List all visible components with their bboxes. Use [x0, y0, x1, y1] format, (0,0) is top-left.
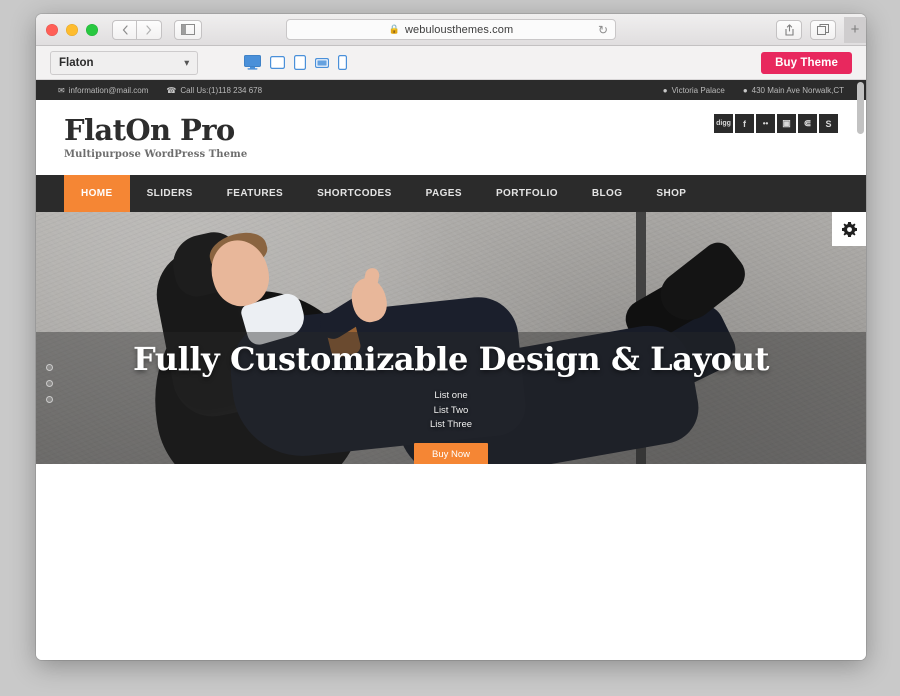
reload-icon[interactable]: ↻	[598, 24, 608, 36]
browser-titlebar: 🔒 webulousthemes.com ↻ +	[36, 14, 866, 46]
hero-feature-list: List one List Two List Three	[36, 389, 866, 433]
nav-item-features[interactable]: FEATURES	[210, 175, 300, 212]
site-header: FlatOn Pro Multipurpose WordPress Theme …	[36, 100, 866, 175]
sidebar-icon	[181, 24, 195, 35]
device-tablet-portrait-icon[interactable]	[294, 55, 306, 70]
logo-tagline: Multipurpose WordPress Theme	[64, 148, 248, 160]
forward-button[interactable]	[137, 19, 162, 40]
location-address[interactable]: ● 430 Main Ave Norwalk,CT	[743, 86, 844, 95]
lock-icon: 🔒	[388, 24, 401, 34]
slider-bullet-3[interactable]	[46, 396, 53, 403]
nav-item-shop[interactable]: SHOP	[639, 175, 703, 212]
back-button[interactable]	[112, 19, 137, 40]
theme-select-value: Flaton	[59, 56, 94, 69]
site-preview-viewport: ✉ information@mail.com ☎ Call Us:(1)118 …	[36, 80, 866, 660]
show-sidebar-button[interactable]	[174, 19, 202, 40]
nav-item-pages[interactable]: PAGES	[409, 175, 479, 212]
new-tab-button[interactable]: +	[844, 16, 866, 43]
titlebar-right-buttons: +	[776, 16, 866, 43]
slider-bullet-2[interactable]	[46, 380, 53, 387]
minimize-window-button[interactable]	[66, 23, 78, 36]
site-top-bar: ✉ information@mail.com ☎ Call Us:(1)118 …	[36, 80, 866, 100]
envelope-icon: ✉	[58, 85, 65, 95]
location-name-text: Victoria Palace	[671, 85, 725, 95]
map-pin-icon: ●	[662, 85, 668, 95]
chevron-down-icon: ▾	[184, 57, 189, 67]
slider-bullet-1[interactable]	[46, 364, 53, 371]
buy-theme-button[interactable]: Buy Theme	[761, 51, 852, 74]
slider-bullet-nav	[46, 364, 53, 403]
url-text: webulousthemes.com	[405, 23, 514, 36]
skype-icon[interactable]: S	[819, 114, 838, 133]
social-icon-list: digg f •• ▣ ⋐ S	[714, 114, 838, 133]
gear-icon	[841, 221, 857, 237]
instagram-icon[interactable]: ▣	[777, 114, 796, 133]
map-pin-icon: ●	[742, 85, 748, 95]
device-desktop-icon[interactable]	[244, 55, 261, 70]
facebook-icon[interactable]: f	[735, 114, 754, 133]
nav-item-portfolio[interactable]: PORTFOLIO	[479, 175, 575, 212]
site-content-area	[36, 464, 866, 644]
site-main-navigation: HOME SLIDERS FEATURES SHORTCODES PAGES P…	[36, 175, 866, 212]
hero-slider: Fully Customizable Design & Layout List …	[36, 212, 866, 464]
navigation-buttons	[112, 19, 162, 40]
contact-email[interactable]: ✉ information@mail.com	[58, 86, 148, 95]
address-bar[interactable]: 🔒 webulousthemes.com ↻	[286, 19, 616, 40]
site-scrollbar-thumb[interactable]	[857, 82, 864, 134]
share-button[interactable]	[776, 19, 802, 40]
logo-title: FlatOn Pro	[64, 113, 235, 148]
nav-item-sliders[interactable]: SLIDERS	[130, 175, 210, 212]
contact-phone[interactable]: ☎ Call Us:(1)118 234 678	[166, 86, 262, 95]
hero-title: Fully Customizable Design & Layout	[132, 340, 769, 378]
device-preview-switcher	[244, 55, 347, 70]
contact-email-text: information@mail.com	[68, 85, 149, 95]
chevron-right-icon	[146, 24, 152, 35]
safari-browser-window: 🔒 webulousthemes.com ↻ + Flaton ▾ Buy Th…	[36, 14, 866, 660]
device-mobile-landscape-icon[interactable]	[315, 57, 329, 68]
nav-item-shortcodes[interactable]: SHORTCODES	[300, 175, 409, 212]
hero-list-item: List Three	[429, 419, 473, 431]
close-window-button[interactable]	[46, 23, 58, 36]
theme-select-dropdown[interactable]: Flaton ▾	[50, 50, 198, 75]
contact-phone-text: Call Us:(1)118 234 678	[180, 85, 263, 95]
digg-icon[interactable]: digg	[714, 114, 733, 133]
slider-settings-button[interactable]	[832, 212, 866, 246]
nav-item-home[interactable]: HOME	[64, 175, 130, 212]
nav-item-blog[interactable]: BLOG	[575, 175, 640, 212]
topbar-right-group: ● Victoria Palace ● 430 Main Ave Norwalk…	[663, 86, 844, 95]
hero-list-item: List Two	[433, 404, 469, 416]
location-name[interactable]: ● Victoria Palace	[663, 86, 725, 95]
flickr-icon[interactable]: ••	[756, 114, 775, 133]
theme-preview-toolbar: Flaton ▾ Buy Theme	[36, 46, 866, 80]
show-tabs-button[interactable]	[810, 19, 836, 40]
tabs-icon	[817, 24, 829, 35]
rss-icon[interactable]: ⋐	[798, 114, 817, 133]
chevron-left-icon	[122, 24, 128, 35]
maximize-window-button[interactable]	[86, 23, 98, 36]
window-traffic-lights	[46, 23, 98, 36]
device-tablet-landscape-icon[interactable]	[270, 56, 285, 69]
location-address-text: 430 Main Ave Norwalk,CT	[751, 85, 844, 95]
hero-list-item: List one	[434, 390, 468, 401]
desktop-background: 🔒 webulousthemes.com ↻ + Flaton ▾ Buy Th…	[0, 0, 900, 696]
share-icon	[784, 23, 794, 36]
device-mobile-portrait-icon[interactable]	[338, 55, 347, 70]
site-logo[interactable]: FlatOn Pro Multipurpose WordPress Theme	[64, 113, 248, 160]
hero-content: Fully Customizable Design & Layout List …	[36, 340, 866, 464]
phone-icon: ☎	[166, 85, 177, 95]
hero-buy-now-button[interactable]: Buy Now	[413, 443, 488, 464]
